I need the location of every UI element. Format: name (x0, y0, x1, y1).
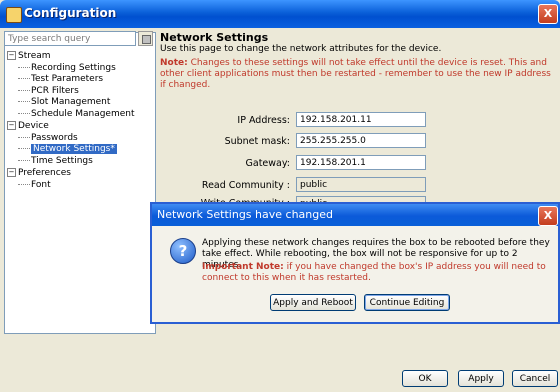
note-label: Note: (160, 58, 188, 68)
apply-and-reboot-button[interactable]: Apply and Reboot (270, 294, 356, 311)
tree-item-label: Passwords (31, 133, 78, 143)
note-text: Changes to these settings will not take … (160, 58, 551, 90)
tree-item-label: Test Parameters (31, 74, 104, 84)
dialog-title-bar: Network Settings have changed X (152, 204, 558, 226)
page-description: Use this page to change the network attr… (160, 44, 442, 54)
apply-button[interactable]: Apply (458, 370, 504, 387)
network-change-dialog: Network Settings have changed X ? Applyi… (150, 202, 560, 324)
tree-item-label: Slot Management (31, 97, 111, 107)
tree-item-label-selected: Network Settings* (31, 144, 117, 154)
tree-label-stream: Stream (18, 51, 51, 61)
tree-label-preferences: Preferences (18, 168, 71, 178)
collapse-icon[interactable]: − (7, 51, 16, 60)
cancel-button[interactable]: Cancel (512, 370, 558, 387)
search-input[interactable]: Type search query (4, 31, 136, 46)
collapse-icon[interactable]: − (7, 168, 16, 177)
continue-editing-button[interactable]: Continue Editing (364, 294, 450, 311)
ip-address-field[interactable]: 192.158.201.11 (296, 112, 426, 127)
tree-item-label: PCR Filters (31, 86, 79, 96)
tree-item-label: Font (31, 180, 51, 190)
tree-item-time-settings[interactable]: Time Settings (18, 156, 93, 167)
read-community-label: Read Community : (201, 180, 290, 191)
tree-item-passwords[interactable]: Passwords (18, 133, 78, 144)
collapse-icon[interactable]: − (7, 121, 16, 130)
page-note: Note: Changes to these settings will not… (160, 58, 555, 91)
search-button[interactable] (138, 31, 153, 46)
dialog-important-note: Important Note: if you have changed the … (202, 262, 557, 284)
window-title-bar: Configuration X (0, 0, 560, 28)
tree-node-stream[interactable]: − Stream (7, 51, 51, 62)
dialog-close-button[interactable]: X (538, 206, 558, 226)
page-title: Network Settings (160, 31, 269, 44)
window-close-button[interactable]: X (538, 4, 558, 24)
tree-item-network-settings[interactable]: Network Settings* (18, 144, 117, 155)
tree-item-schedule-management[interactable]: Schedule Management (18, 109, 135, 120)
tree-item-slot-management[interactable]: Slot Management (18, 97, 110, 108)
tree-item-label: Schedule Management (31, 109, 135, 119)
tree-node-preferences[interactable]: − Preferences (7, 168, 71, 179)
subnet-mask-label: Subnet mask: (224, 136, 290, 147)
window-title: Configuration (24, 6, 117, 20)
tree-node-device[interactable]: − Device (7, 121, 49, 132)
tree-item-recording-settings[interactable]: Recording Settings (18, 63, 116, 74)
search-icon (142, 35, 151, 44)
read-community-field[interactable]: public (296, 177, 426, 192)
app-config-icon (6, 7, 22, 23)
tree-item-font[interactable]: Font (18, 180, 51, 191)
ok-button[interactable]: OK (402, 370, 448, 387)
ip-address-label: IP Address: (237, 115, 290, 126)
tree-item-label: Recording Settings (31, 63, 116, 73)
gateway-label: Gateway: (245, 158, 290, 169)
tree-label-device: Device (18, 121, 49, 131)
question-icon: ? (170, 238, 196, 264)
dialog-title: Network Settings have changed (157, 208, 333, 221)
important-label: Important Note: (202, 262, 284, 272)
tree-item-test-parameters[interactable]: Test Parameters (18, 74, 103, 85)
tree-item-label: Time Settings (31, 156, 93, 166)
subnet-mask-field[interactable]: 255.255.255.0 (296, 133, 426, 148)
tree-item-pcr-filters[interactable]: PCR Filters (18, 86, 79, 97)
gateway-field[interactable]: 192.158.201.1 (296, 155, 426, 170)
